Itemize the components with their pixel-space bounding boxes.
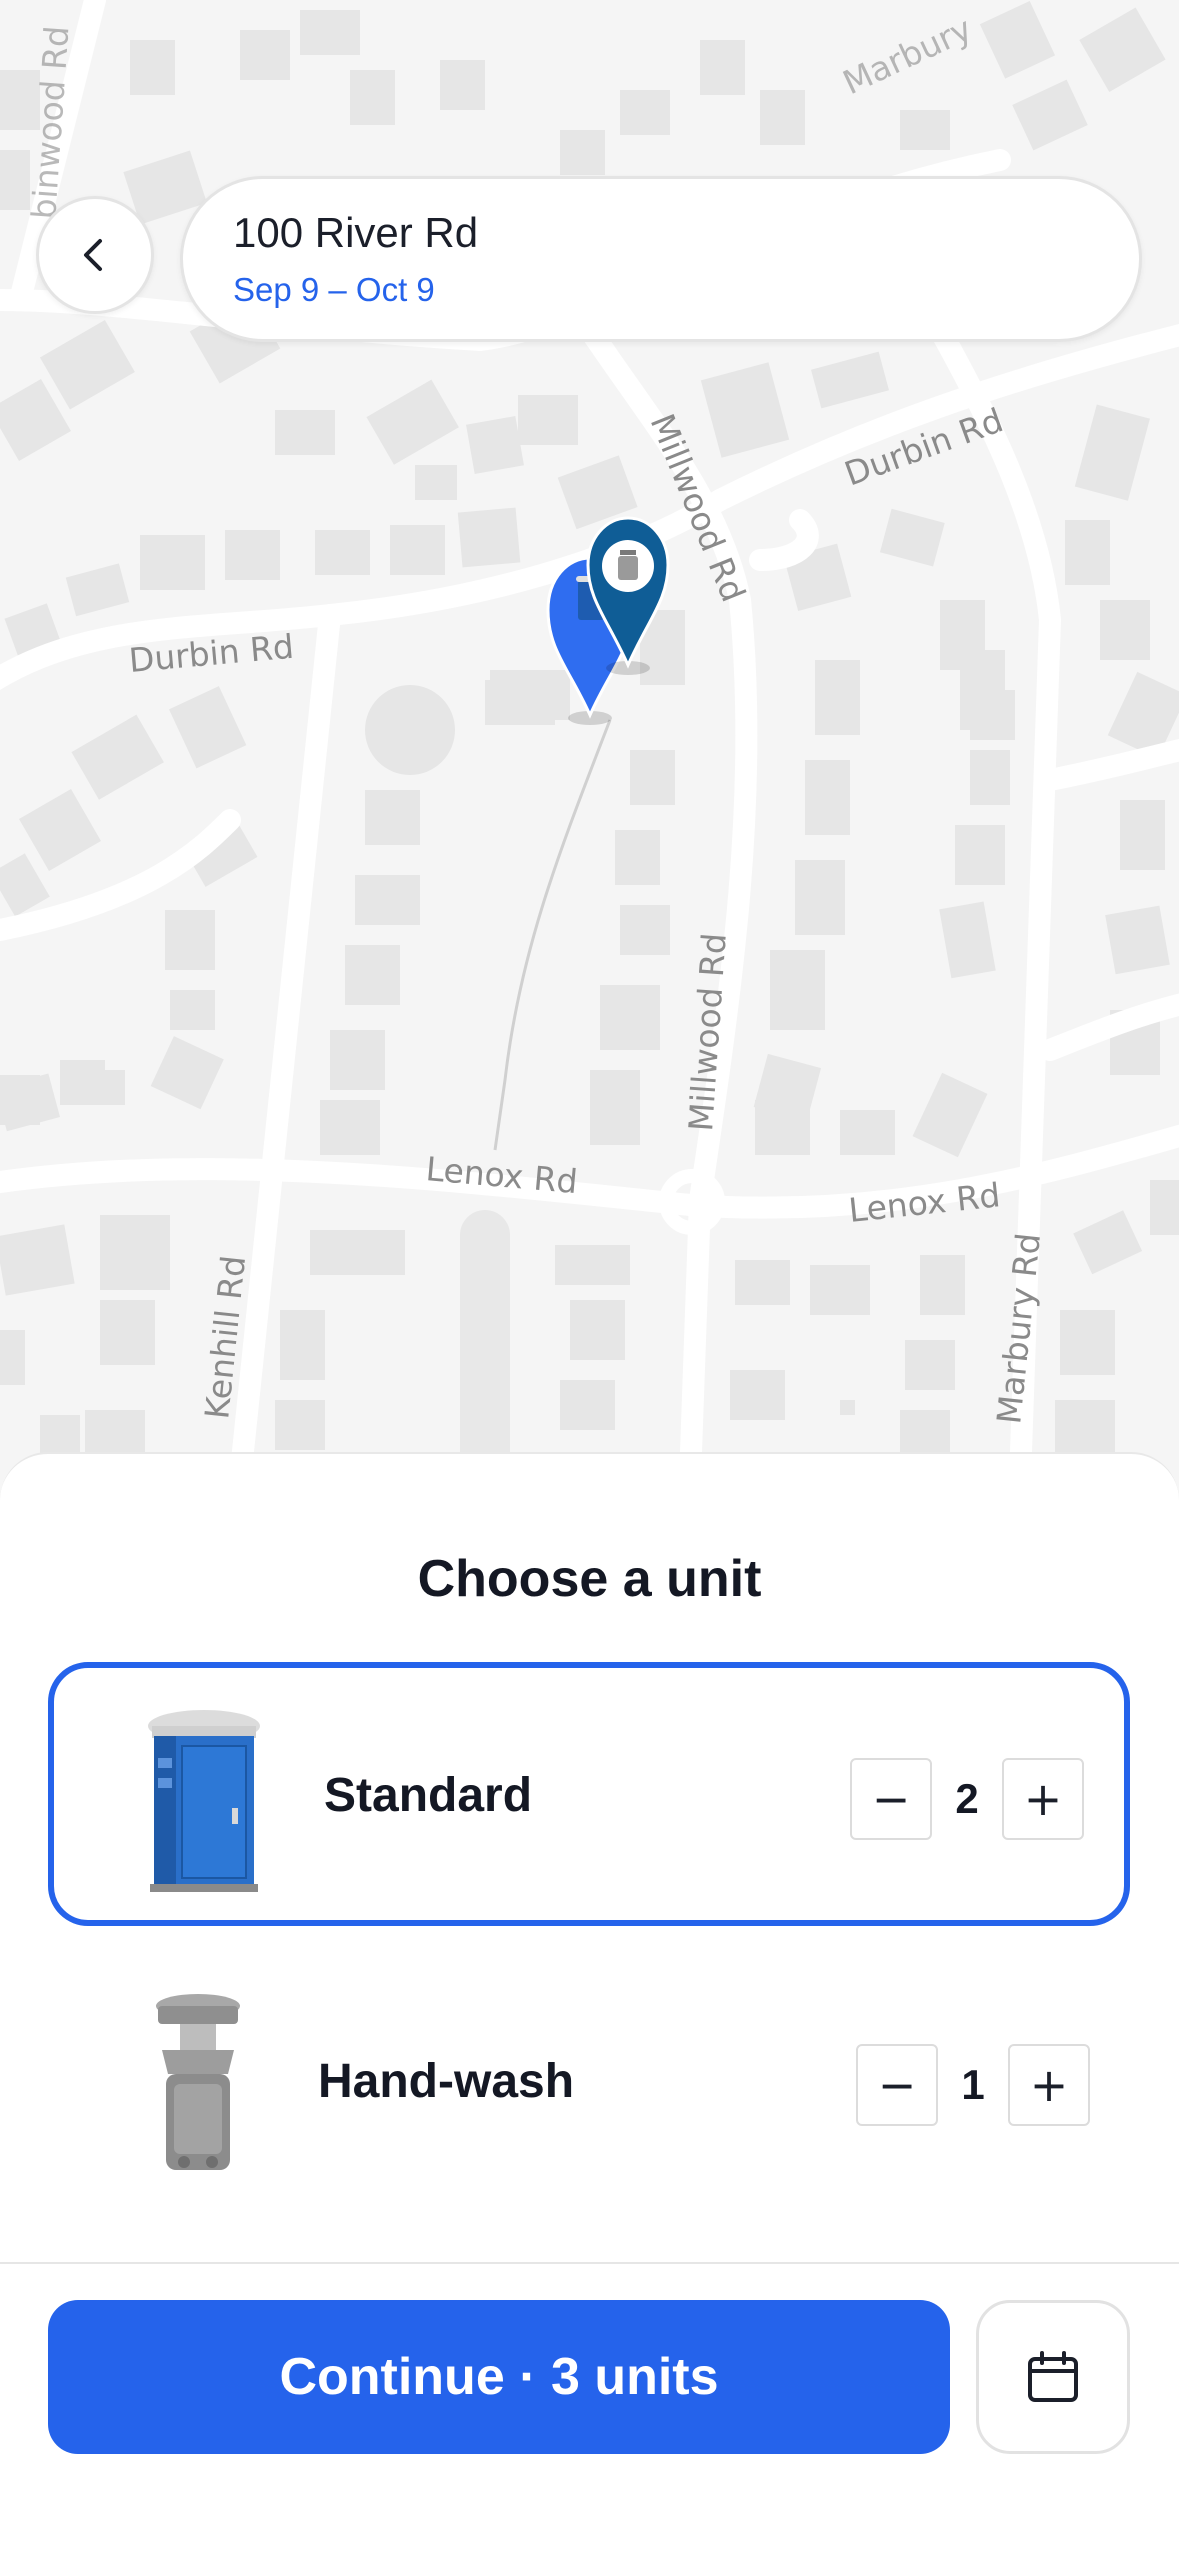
increase-button[interactable]: + [1008, 2044, 1090, 2126]
increase-button[interactable]: + [1002, 1758, 1084, 1840]
calendar-icon [1028, 2351, 1078, 2402]
unit-name: Standard [324, 1769, 533, 1822]
app-screen: Durbin Rd Durbin Rd Millwood Rd Millwood… [0, 0, 1179, 2556]
unit-card-standard[interactable]: Standard − 2 + [48, 1662, 1130, 1926]
hand-wash-station-icon [156, 1994, 240, 2170]
portable-toilet-icon [148, 1710, 260, 1892]
quantity-stepper: − 2 + [850, 1758, 1084, 1842]
unit-name: Hand-wash [318, 2055, 575, 2108]
decrease-button[interactable]: − [850, 1758, 932, 1840]
chevron-left-icon [84, 239, 102, 271]
unit-card-hand-wash[interactable]: Hand-wash − 1 + [48, 1954, 1130, 2218]
back-button[interactable] [36, 196, 154, 314]
address-title: 100 River Rd [233, 209, 479, 256]
footer-divider [0, 2262, 1179, 2264]
quantity-stepper: − 1 + [856, 2044, 1090, 2128]
quantity-value: 2 [955, 1775, 979, 1822]
calendar-button[interactable] [976, 2300, 1130, 2454]
rental-dates: Sep 9 – Oct 9 [233, 271, 435, 308]
decrease-button[interactable]: − [856, 2044, 938, 2126]
continue-button[interactable]: Continue · 3 units [48, 2300, 950, 2454]
address-pill[interactable]: 100 River Rd Sep 9 – Oct 9 [180, 176, 1142, 342]
sheet-title: Choose a unit [417, 1550, 762, 1608]
hand-wash-station-icon [618, 550, 638, 580]
quantity-value: 1 [961, 2061, 985, 2108]
